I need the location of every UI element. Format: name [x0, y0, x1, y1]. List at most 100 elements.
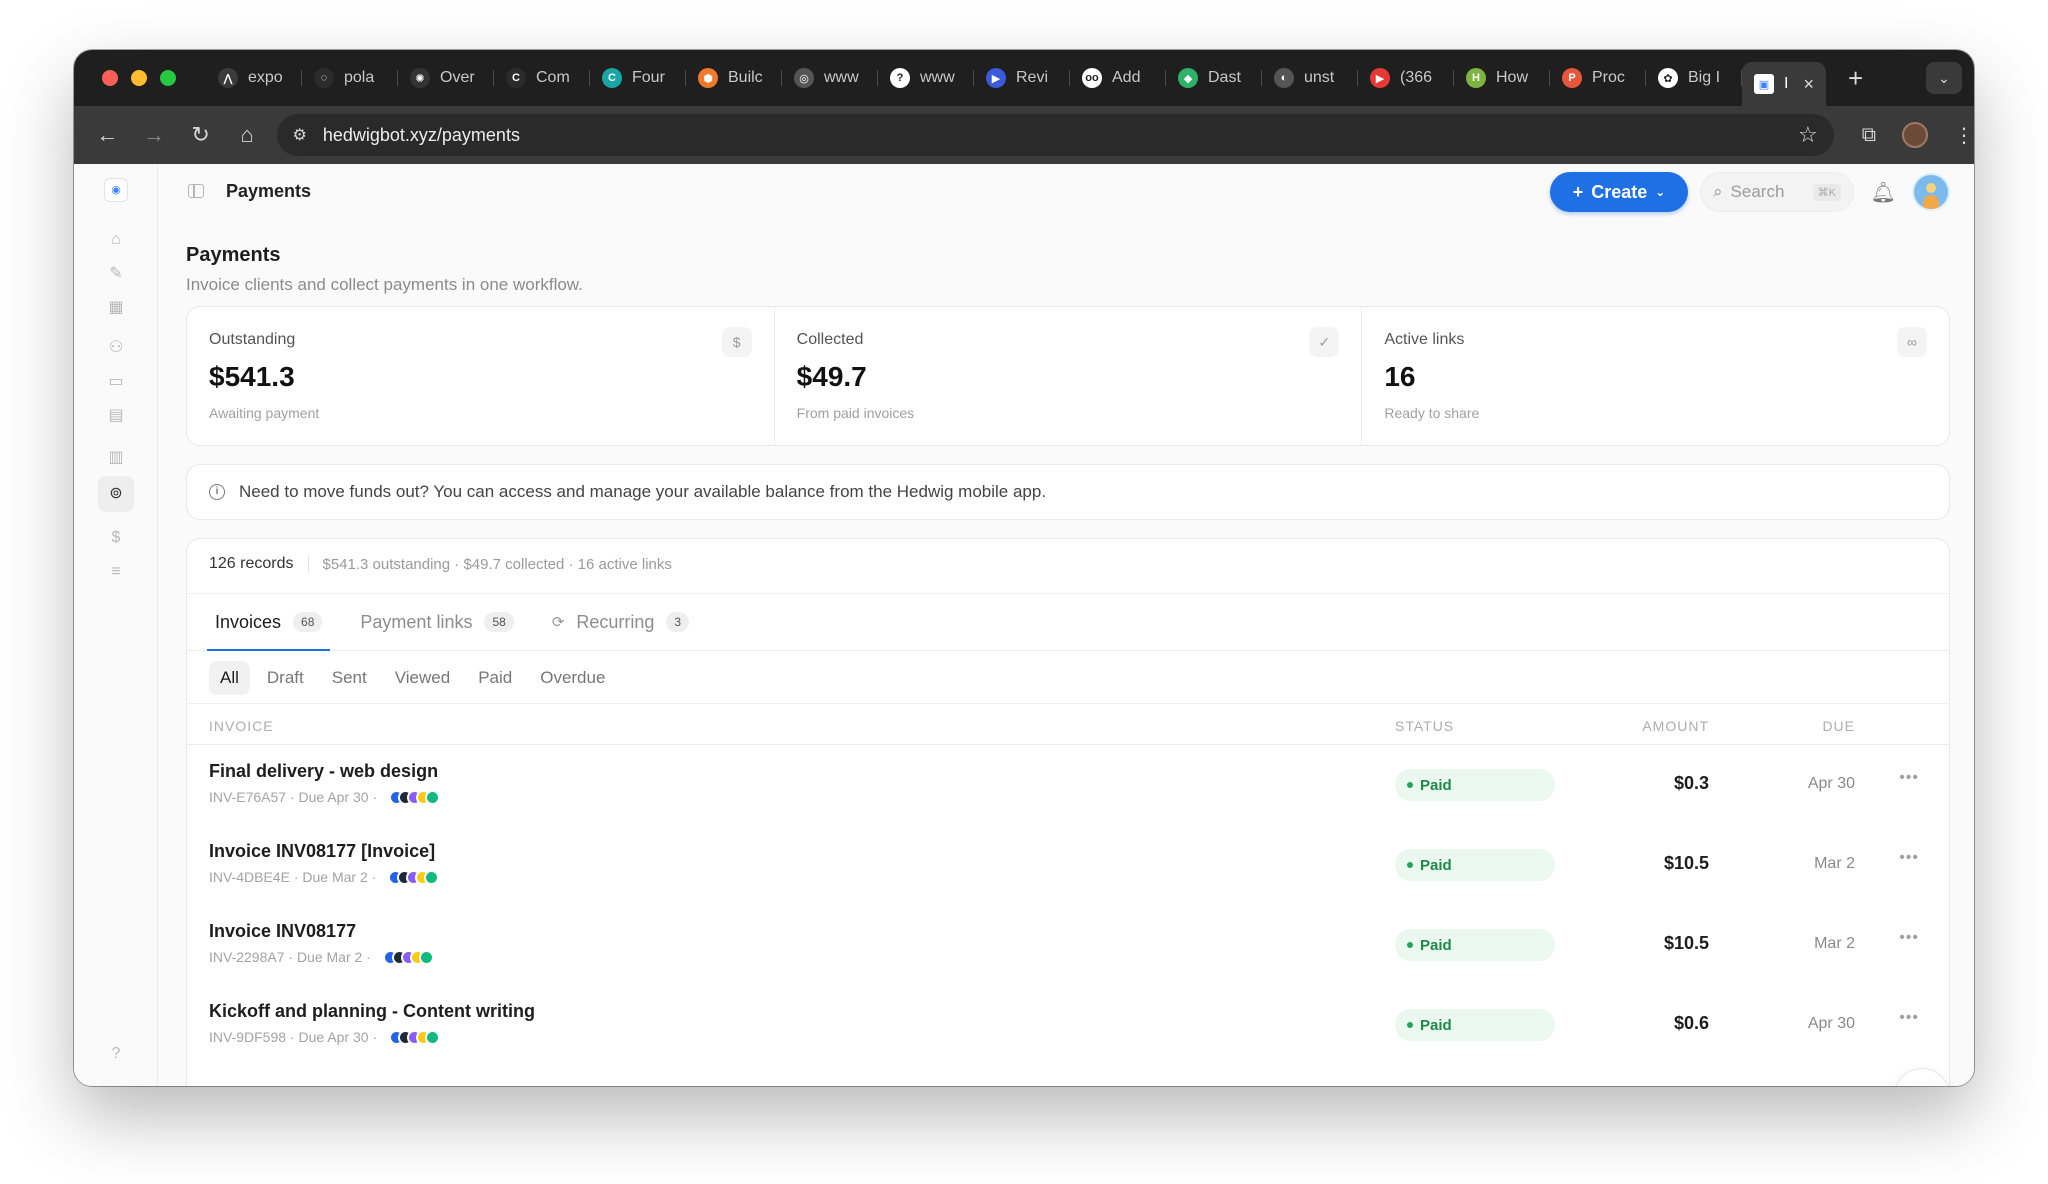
browser-tab[interactable]: ◐ unst	[1262, 60, 1358, 96]
notifications-bell-icon[interactable]: 🔔︎	[1871, 180, 1896, 205]
minimize-window-button[interactable]	[131, 70, 147, 86]
search-input[interactable]: ⌕ Search ⌘K	[1700, 172, 1854, 212]
stat-value: 16	[1384, 361, 1416, 392]
more-actions-icon[interactable]: •••	[1899, 929, 1919, 947]
browser-tab-label: Four	[632, 69, 665, 86]
bookmark-star-icon[interactable]: ☆	[1798, 122, 1818, 148]
browser-tab[interactable]: ◆ Dast	[1166, 60, 1262, 96]
tab-count-badge: 68	[293, 612, 323, 632]
close-tab-icon[interactable]: ×	[1803, 74, 1814, 95]
browser-tab[interactable]: ⋀ expo	[206, 60, 302, 96]
column-header-due: DUE	[1822, 718, 1855, 734]
browser-tab[interactable]: oo Add	[1070, 60, 1166, 96]
filter-viewed[interactable]: Viewed	[384, 661, 461, 695]
user-avatar[interactable]	[1912, 173, 1950, 211]
site-settings-icon[interactable]: ⚙	[293, 125, 307, 145]
browser-tab-label: Com	[536, 69, 570, 86]
records-tabs: Invoices 68 Payment links 58 ⟳ Recurring…	[187, 593, 1949, 651]
browser-tab[interactable]: ▶ (366	[1358, 60, 1454, 96]
tab-favicon-icon: ⋀	[218, 68, 238, 88]
payment-chain-icons	[389, 1029, 441, 1045]
invoice-title[interactable]: Final delivery - web design	[209, 761, 438, 782]
more-actions-icon[interactable]: •••	[1899, 769, 1919, 787]
home-icon[interactable]: ⌂	[224, 122, 271, 148]
browser-tab[interactable]: ◎ www	[782, 60, 878, 96]
filter-draft[interactable]: Draft	[256, 661, 315, 695]
browser-tab-label: Revi	[1016, 69, 1049, 86]
browser-tab[interactable]: C Com	[494, 60, 590, 96]
forward-arrow-icon[interactable]: →	[131, 122, 178, 148]
tab-payment-links[interactable]: Payment links 58	[356, 594, 517, 650]
sidebar-analytics-icon[interactable]: ▥	[98, 440, 134, 476]
invoice-title[interactable]: Invoice INV08177	[209, 921, 356, 942]
sidebar-home-icon[interactable]: ⌂	[98, 222, 134, 258]
extensions-puzzle-icon[interactable]: ⧉	[1862, 124, 1876, 147]
browser-tab[interactable]: H How	[1454, 60, 1550, 96]
browser-tab[interactable]: ▶ Revi	[974, 60, 1070, 96]
browser-tab[interactable]: ✿ Big I	[1646, 60, 1742, 96]
stat-value: $541.3	[209, 361, 295, 392]
browser-tab-active[interactable]: ▣ I ×	[1742, 62, 1826, 106]
close-window-button[interactable]	[102, 70, 118, 86]
browser-tab-label: (366	[1400, 69, 1433, 86]
sidebar-help-icon[interactable]: ?	[98, 1036, 134, 1072]
table-row[interactable]: Invoice INV08177 INV-2298A7 · Due Mar 2 ·…	[187, 907, 1949, 987]
invoice-title[interactable]: Invoice INV08177 [Invoice]	[209, 841, 435, 862]
table-header: INVOICE STATUS AMOUNT DUE	[187, 703, 1949, 745]
browser-tab-label: How	[1496, 69, 1529, 86]
tab-invoices[interactable]: Invoices 68	[206, 594, 331, 651]
stats-cards: Outstanding $541.3 Awaiting payment $ Co…	[186, 306, 1950, 446]
stat-note: Awaiting payment	[209, 405, 320, 421]
page-subtitle: Invoice clients and collect payments in …	[186, 275, 583, 294]
browser-tab[interactable]: ◌ pola	[302, 60, 398, 96]
more-actions-icon[interactable]: •••	[1899, 1009, 1919, 1027]
browser-tab[interactable]: P Proc	[1550, 60, 1646, 96]
filter-all[interactable]: All	[209, 661, 250, 695]
status-dot-icon	[1407, 862, 1413, 868]
table-row[interactable]: Invoice INV08177 [Invoice] INV-4DBE4E · D…	[187, 827, 1949, 907]
maximize-window-button[interactable]	[160, 70, 176, 86]
create-button[interactable]: + Create ⌄	[1550, 172, 1688, 212]
browser-tab[interactable]: ⬢ Builc	[686, 60, 782, 96]
sidebar-calendar-icon[interactable]: ▦	[98, 290, 134, 326]
sidebar-pin-icon[interactable]: ✎	[98, 256, 134, 292]
status-dot-icon	[1407, 942, 1413, 948]
browser-tab[interactable]: ? www	[878, 60, 974, 96]
status-label: Paid	[1420, 776, 1452, 794]
browser-menu-icon[interactable]: ⋮	[1954, 123, 1974, 148]
sidebar-settings-sliders-icon[interactable]: ≡	[98, 554, 134, 590]
table-row[interactable]: Final delivery - web design INV-E76A57 · …	[187, 747, 1949, 827]
sidebar-card-icon[interactable]: ▤	[98, 398, 134, 434]
reload-icon[interactable]: ↻	[177, 122, 224, 148]
sidebar-payments-icon[interactable]: ⊚	[98, 476, 134, 512]
browser-tab[interactable]: C Four	[590, 60, 686, 96]
sidebar-clients-icon[interactable]: ⚇	[98, 330, 134, 366]
sidebar-folder-icon[interactable]: ▭	[98, 364, 134, 400]
browser-tab-label: www	[824, 69, 859, 86]
new-tab-icon[interactable]: +	[1848, 63, 1863, 94]
url-field[interactable]: ⚙ hedwigbot.xyz/payments ☆	[276, 114, 1834, 156]
tab-favicon-icon: C	[506, 68, 526, 88]
filter-overdue[interactable]: Overdue	[529, 661, 616, 695]
filter-paid[interactable]: Paid	[467, 661, 523, 695]
invoice-title[interactable]: Kickoff and planning - Content writing	[209, 1001, 535, 1022]
profile-avatar[interactable]	[1901, 122, 1928, 148]
tab-favicon-icon: ✿	[1658, 68, 1678, 88]
tab-label: Payment links	[360, 611, 473, 632]
toggle-sidebar-icon[interactable]	[188, 184, 204, 198]
more-actions-icon[interactable]: •••	[1899, 849, 1919, 867]
status-label: Paid	[1420, 1016, 1452, 1034]
app-logo-icon[interactable]: ◉	[104, 178, 128, 202]
filter-sent[interactable]: Sent	[321, 661, 378, 695]
plus-icon: +	[1572, 181, 1584, 202]
sidebar-dollar-icon[interactable]: $	[98, 520, 134, 556]
status-badge: Paid	[1395, 769, 1555, 801]
chain-token-icon	[424, 869, 440, 885]
browser-tab[interactable]: ✺ Over	[398, 60, 494, 96]
search-placeholder: Search	[1730, 182, 1785, 201]
back-arrow-icon[interactable]: ←	[84, 122, 131, 148]
browser-actions: ⧉ ⋮	[1862, 122, 1974, 148]
tab-recurring[interactable]: ⟳ Recurring 3	[548, 594, 693, 650]
table-row[interactable]: Kickoff and planning - Content writing IN…	[187, 987, 1949, 1067]
tab-search-chevron-icon[interactable]: ⌄	[1926, 62, 1962, 94]
